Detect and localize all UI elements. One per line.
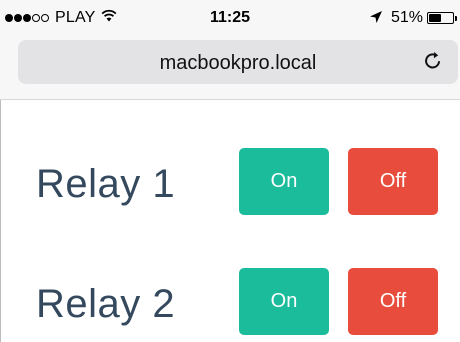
status-right: 51%: [369, 9, 457, 27]
status-bar: PLAY 11:25 51%: [0, 0, 460, 34]
relay-2-off-button[interactable]: Off: [348, 268, 438, 335]
battery-percent: 51%: [390, 9, 423, 26]
address-bar[interactable]: macbookpro.local: [18, 40, 458, 84]
url-text[interactable]: macbookpro.local: [18, 52, 458, 75]
relay-label: Relay 2: [36, 282, 176, 326]
reload-icon[interactable]: [422, 50, 446, 74]
relay-1-on-button[interactable]: On: [239, 148, 329, 215]
relay-label: Relay 1: [36, 162, 176, 206]
relay-row-1: Relay 1 On Off: [0, 148, 460, 216]
battery-nub: [455, 16, 457, 21]
battery-fill: [429, 14, 441, 22]
browser-toolbar: macbookpro.local: [0, 34, 460, 100]
location-arrow-icon: [369, 10, 385, 26]
relay-row-2: Relay 2 On Off: [0, 268, 460, 336]
battery-icon: [427, 12, 457, 24]
relay-1-off-button[interactable]: Off: [348, 148, 438, 215]
relay-2-on-button[interactable]: On: [239, 268, 329, 335]
